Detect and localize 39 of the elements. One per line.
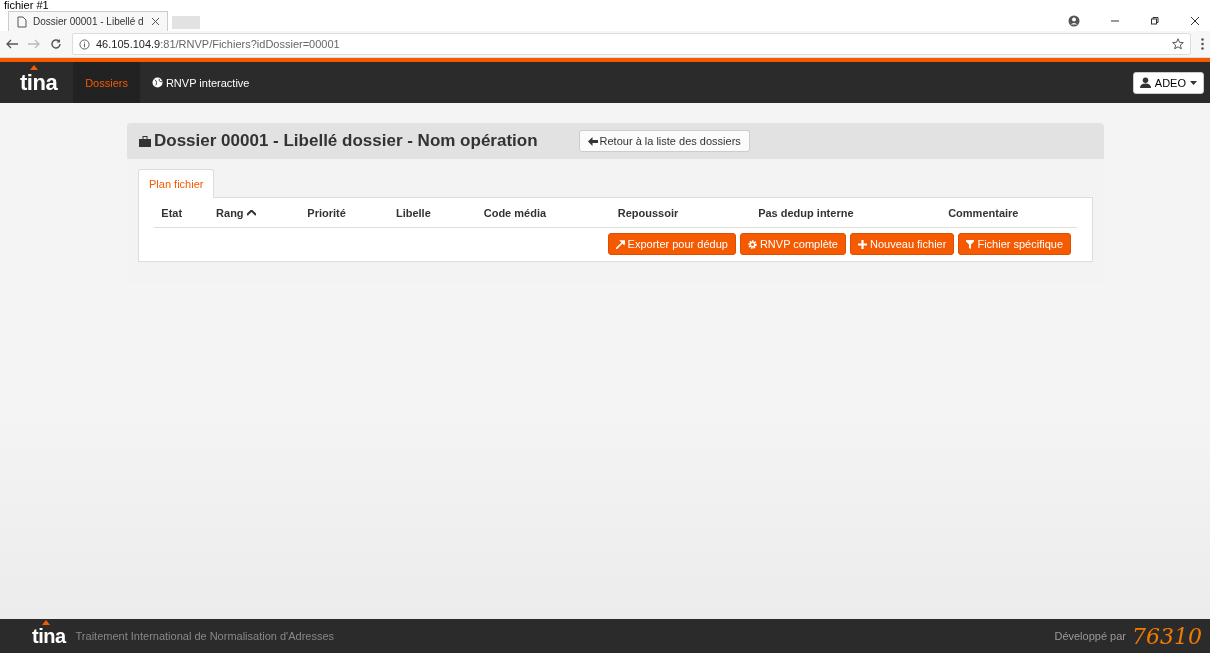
profile-icon[interactable]: [1068, 15, 1080, 27]
column-header[interactable]: Etat: [154, 206, 190, 219]
arrow-left-icon: [587, 136, 598, 146]
column-header[interactable]: Pas dedup interne: [722, 206, 890, 219]
back-icon[interactable]: [6, 39, 18, 49]
reload-icon[interactable]: [50, 38, 62, 50]
column-header[interactable]: Rang: [189, 206, 283, 219]
column-header[interactable]: Libelle: [370, 206, 456, 219]
back-button[interactable]: Retour à la liste des dossiers: [578, 130, 750, 152]
briefcase-icon: [139, 135, 151, 147]
column-header[interactable]: Commentaire: [889, 206, 1077, 219]
menu-icon[interactable]: [1201, 38, 1204, 50]
address-bar[interactable]: 46.105.104.9:81/RNVP/Fichiers?idDossier=00001: [72, 33, 1191, 55]
credit-text: Développé par: [1054, 630, 1126, 642]
close-icon[interactable]: [1190, 16, 1200, 26]
nav-link[interactable]: Dossiers: [73, 62, 140, 103]
column-header[interactable]: Repoussoir: [574, 206, 722, 219]
close-icon[interactable]: [152, 18, 159, 25]
info-icon: [79, 38, 90, 50]
plus-icon: [857, 239, 867, 249]
nav-link[interactable]: RNVP interactive: [139, 62, 262, 103]
browser-tab[interactable]: Dossier 00001 - Libellé d: [8, 11, 168, 31]
restore-icon[interactable]: [1150, 16, 1160, 26]
user-menu-button[interactable]: ADEO: [1132, 71, 1204, 94]
tagline: Traitement International de Normalisation d'Adresses: [75, 630, 335, 642]
developer-logo: 76310: [1132, 623, 1202, 649]
filter-icon: [966, 239, 975, 249]
column-header[interactable]: Code média: [455, 206, 575, 219]
globe-icon: [151, 77, 163, 88]
column-header[interactable]: Priorité: [282, 206, 371, 219]
page-icon: [17, 15, 27, 28]
caption-text: fichier #1: [0, 0, 1210, 11]
star-icon[interactable]: [1172, 38, 1184, 50]
gear-icon: [747, 239, 757, 249]
panel-title: Dossier 00001 - Libellé dossier - Nom opération: [154, 131, 538, 151]
caret-icon: [1190, 80, 1197, 85]
tab-title: Dossier 00001 - Libellé d: [33, 16, 144, 27]
sort-up-icon: [246, 209, 256, 216]
user-icon: [1139, 77, 1151, 88]
